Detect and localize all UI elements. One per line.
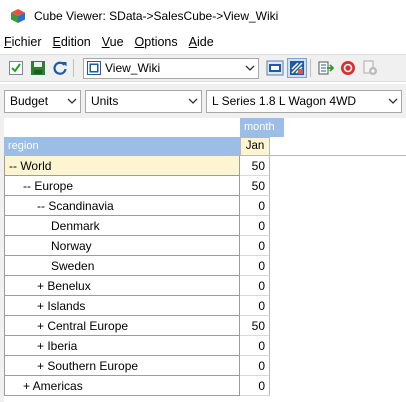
menu-fichier-accel: F	[4, 35, 12, 49]
menu-vue-rest: ue	[109, 35, 124, 49]
menu-edition-accel: E	[52, 35, 61, 49]
row-value-cell[interactable]: 0	[240, 356, 270, 376]
cube-app-icon	[11, 9, 25, 23]
grid-icon[interactable]	[287, 58, 307, 78]
checkbox-icon[interactable]	[6, 58, 26, 78]
row-value-cell[interactable]: 0	[240, 276, 270, 296]
row-label[interactable]: -- Europe	[4, 176, 240, 196]
settings-icon[interactable]	[360, 58, 380, 78]
row-label[interactable]: + Islands	[4, 296, 240, 316]
row-value-cell[interactable]: 0	[240, 336, 270, 356]
row-label[interactable]: + Americas	[4, 376, 240, 396]
row-value-cell[interactable]: 0	[240, 236, 270, 256]
row-label[interactable]: Norway	[4, 236, 240, 256]
menu-options-rest: ptions	[144, 35, 178, 49]
menu-fichier-rest: ichier	[11, 35, 42, 49]
measure-select[interactable]: Units	[85, 89, 202, 113]
model-select[interactable]: L Series 1.8 L Wagon 4WD	[206, 89, 402, 113]
chevron-down-icon[interactable]	[385, 91, 401, 112]
chevron-down-icon[interactable]	[185, 91, 201, 112]
header-divider	[270, 155, 406, 156]
row-label[interactable]: Denmark	[4, 216, 240, 236]
toolbar-separator	[73, 59, 74, 77]
chevron-down-icon[interactable]	[64, 91, 80, 112]
row-label[interactable]: + Central Europe	[4, 316, 240, 336]
title-bar: Cube Viewer: SData->SalesCube->View_Wiki	[0, 0, 406, 32]
save-icon[interactable]	[28, 58, 48, 78]
menu-bar: Fichier Edition Vue Options Aide	[0, 32, 406, 52]
menu-fichier[interactable]: Fichier	[0, 35, 49, 49]
row-label[interactable]: Sweden	[4, 256, 240, 276]
row-value-cell[interactable]: 50	[240, 156, 270, 176]
toolbar-separator	[310, 59, 311, 77]
row-label[interactable]: + Benelux	[4, 276, 240, 296]
view-select[interactable]: View_Wiki	[83, 57, 259, 79]
column-dimension-header[interactable]: month	[240, 118, 284, 137]
model-select-value: L Series 1.8 L Wagon 4WD	[212, 94, 357, 108]
menu-edition-rest: dition	[60, 35, 91, 49]
stop-icon[interactable]	[338, 58, 358, 78]
menu-aide-accel: A	[188, 35, 197, 49]
menu-aide-rest: ide	[196, 35, 214, 49]
row-label[interactable]: -- World	[4, 156, 240, 176]
refresh-icon[interactable]	[50, 58, 70, 78]
view-select-value: View_Wiki	[105, 61, 161, 75]
excel-icon[interactable]	[265, 58, 285, 78]
row-value-cell[interactable]: 0	[240, 376, 270, 396]
row-label[interactable]: + Southern Europe	[4, 356, 240, 376]
row-label[interactable]: -- Scandinavia	[4, 196, 240, 216]
filter-bar: Budget Units L Series 1.8 L Wagon 4WD	[0, 84, 406, 118]
version-select-value: Budget	[10, 94, 49, 108]
row-value-cell[interactable]: 50	[240, 176, 270, 196]
menu-edition[interactable]: Edition	[49, 35, 98, 49]
row-label[interactable]: + Iberia	[4, 336, 240, 356]
menu-aide[interactable]: Aide	[185, 35, 221, 49]
export-icon[interactable]	[316, 58, 336, 78]
row-dimension-header[interactable]: region	[4, 137, 240, 156]
chevron-down-icon[interactable]	[242, 59, 258, 78]
row-value-cell[interactable]: 0	[240, 296, 270, 316]
window-title: Cube Viewer: SData->SalesCube->View_Wiki	[34, 9, 279, 23]
row-value-cell[interactable]: 0	[240, 196, 270, 216]
menu-options[interactable]: Options	[131, 35, 185, 49]
menu-vue[interactable]: Vue	[98, 35, 131, 49]
menu-options-accel: O	[134, 35, 145, 49]
row-value-cell[interactable]: 0	[240, 256, 270, 276]
view-icon	[87, 61, 101, 75]
version-select[interactable]: Budget	[4, 89, 81, 113]
row-value-cell[interactable]: 50	[240, 316, 270, 336]
row-value-cell[interactable]: 0	[240, 216, 270, 236]
menu-vue-accel: V	[101, 35, 110, 49]
measure-select-value: Units	[91, 94, 119, 108]
toolbar: View_Wiki	[0, 54, 406, 82]
column-header-jan[interactable]: Jan	[240, 137, 270, 156]
cube-grid: month region Jan -- World 50 -- Europe 50 --…	[0, 118, 406, 402]
